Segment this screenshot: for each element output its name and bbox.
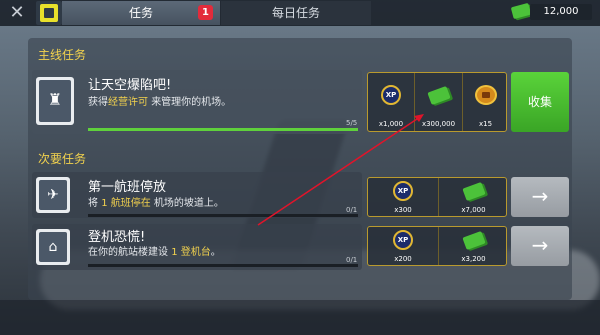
close-icon: ✕ [9, 2, 25, 23]
side-mission-subtitle: 将 1 航班停在 机场的坡道上。 [88, 198, 224, 209]
reward-money: x300,000 [414, 73, 462, 131]
section-title-main: 主线任务 [38, 48, 87, 62]
go-button[interactable]: → [511, 177, 569, 217]
xp-icon: XP [381, 85, 401, 105]
tab-missions[interactable]: 任务 [62, 1, 220, 25]
money-icon [461, 181, 486, 202]
reward-money: x7,000 [438, 178, 508, 216]
money-icon [461, 230, 486, 251]
currency-amount: 12,000 [530, 4, 592, 20]
main-mission-title: 让天空爆陷吧! [88, 78, 172, 93]
tab-missions-badge: 1 [198, 5, 213, 20]
side-mission-rewards: XP x200 x3,200 [367, 226, 507, 266]
missions-icon-box [36, 1, 62, 25]
wings-badge-icon [474, 85, 497, 105]
clipboard-icon [40, 4, 58, 22]
arrow-right-icon: → [531, 233, 549, 257]
main-mission-progress-bar [88, 128, 358, 131]
control-tower-icon: ♜ [36, 77, 74, 125]
ground-backdrop [0, 300, 600, 335]
main-mission-rewards: XP x1,000 x300,000 x15 [367, 72, 507, 132]
reward-money: x3,200 [438, 227, 508, 265]
side-mission-title: 第一航班停放 [88, 180, 167, 195]
go-button[interactable]: → [511, 226, 569, 266]
close-button[interactable]: ✕ [4, 2, 30, 24]
side-mission-rewards: XP x300 x7,000 [367, 177, 507, 217]
reward-xp: XP x200 [368, 227, 438, 265]
side-mission-subtitle: 在你的航站楼建设 1 登机台。 [88, 247, 221, 258]
xp-icon: XP [393, 230, 413, 250]
side-mission-progress: 0/1 [346, 256, 358, 264]
reward-wings: x15 [462, 73, 508, 131]
side-mission-progress-bar [88, 264, 358, 267]
xp-icon: XP [393, 181, 413, 201]
side-mission-progress-bar [88, 214, 358, 217]
collect-button[interactable]: 收集 [511, 72, 569, 132]
main-mission-subtitle: 获得经营许可 来管理你的机场。 [88, 97, 232, 108]
arrow-right-icon: → [531, 184, 549, 208]
side-mission-progress: 0/1 [346, 206, 358, 214]
boarding-desk-icon: ⌂ [36, 229, 70, 265]
money-icon [426, 85, 451, 106]
section-title-side: 次要任务 [38, 152, 87, 166]
reward-xp: XP x300 [368, 178, 438, 216]
main-mission-progress-fill [88, 128, 358, 131]
reward-xp: XP x1,000 [368, 73, 414, 131]
plane-parking-icon: ✈ [36, 177, 70, 213]
tab-daily-missions[interactable]: 每日任务 [221, 1, 371, 25]
main-mission-progress: 5/5 [346, 119, 358, 127]
